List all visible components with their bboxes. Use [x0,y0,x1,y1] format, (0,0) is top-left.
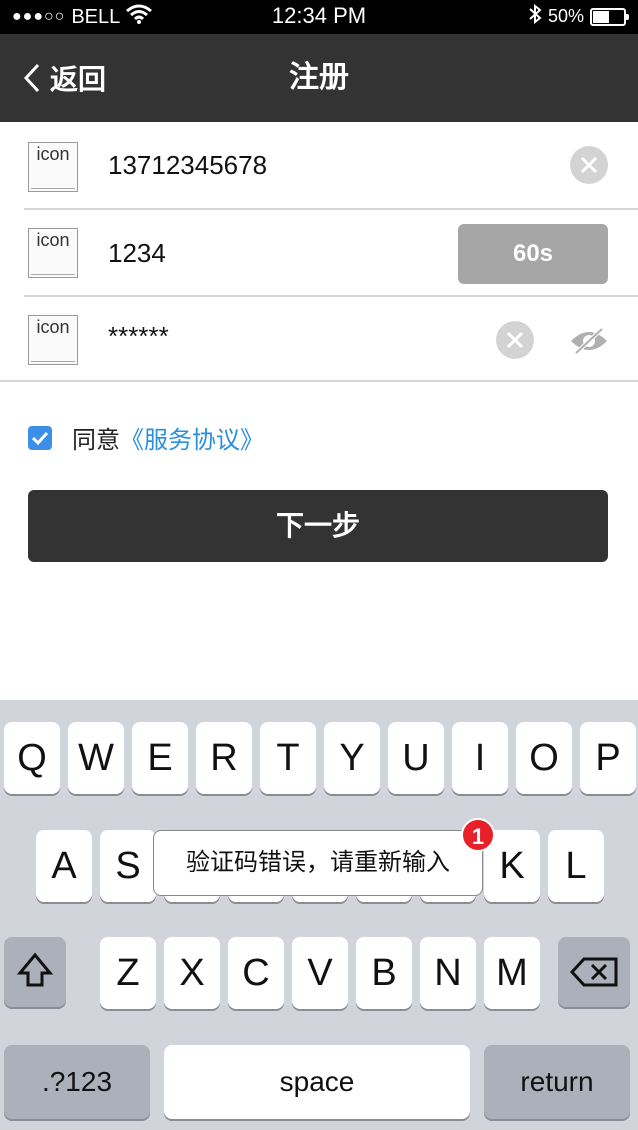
eye-off-icon [571,327,607,355]
code-icon: icon [28,228,78,278]
navigation-bar: 返回 注册 [0,34,638,122]
key-e[interactable]: E [132,722,188,794]
key-b[interactable]: B [356,937,412,1009]
key-s[interactable]: S [100,830,156,902]
space-key[interactable]: space [164,1045,470,1119]
close-icon [580,156,598,174]
checkmark-icon [31,431,49,445]
service-agreement-link[interactable]: 《服务协议》 [120,427,264,454]
agree-label: 同意 [72,427,120,454]
divider [0,380,638,382]
countdown-button[interactable]: 60s [458,224,608,284]
notification-badge: 1 [461,818,495,852]
phone-row: icon 13712345678 [0,122,638,208]
close-icon [506,331,524,349]
key-n[interactable]: N [420,937,476,1009]
return-key[interactable]: return [484,1045,630,1119]
password-input[interactable]: ****** [108,321,169,352]
password-icon: icon [28,315,78,365]
status-bar: ●●●○○ BELL 12:34 PM 50% [0,0,638,34]
key-c[interactable]: C [228,937,284,1009]
phone-icon: icon [28,142,78,192]
next-button[interactable]: 下一步 [28,490,608,562]
key-t[interactable]: T [260,722,316,794]
agreement-row: 同意《服务协议》 [28,420,264,455]
key-o[interactable]: O [516,722,572,794]
clear-password-button[interactable] [496,321,534,359]
key-a[interactable]: A [36,830,92,902]
key-m[interactable]: M [484,937,540,1009]
key-q[interactable]: Q [4,722,60,794]
verification-code-input[interactable]: 1234 [108,238,166,269]
shift-icon [16,952,54,987]
error-toast: 验证码错误，请重新输入 [153,830,483,896]
clear-phone-button[interactable] [570,146,608,184]
key-l[interactable]: L [548,830,604,902]
key-x[interactable]: X [164,937,220,1009]
bluetooth-icon [528,3,542,29]
key-z[interactable]: Z [100,937,156,1009]
phone-input[interactable]: 13712345678 [108,150,267,181]
key-w[interactable]: W [68,722,124,794]
numbers-key[interactable]: .?123 [4,1045,150,1119]
keyboard: .?123 space return QWERTYUIOPASDFGHJKLZX… [0,700,638,1130]
agree-checkbox[interactable] [28,425,52,450]
shift-key[interactable] [4,937,66,1007]
battery-icon [590,7,629,26]
toggle-password-visibility-button[interactable] [568,325,610,357]
password-row: icon ****** [0,297,638,383]
battery-percent: 50% [547,6,584,26]
key-i[interactable]: I [452,722,508,794]
key-r[interactable]: R [196,722,252,794]
key-y[interactable]: Y [324,722,380,794]
key-u[interactable]: U [388,722,444,794]
page-title: 注册 [289,61,349,94]
key-v[interactable]: V [292,937,348,1009]
key-p[interactable]: P [580,722,636,794]
backspace-key[interactable] [558,937,630,1007]
backspace-icon [569,957,618,987]
